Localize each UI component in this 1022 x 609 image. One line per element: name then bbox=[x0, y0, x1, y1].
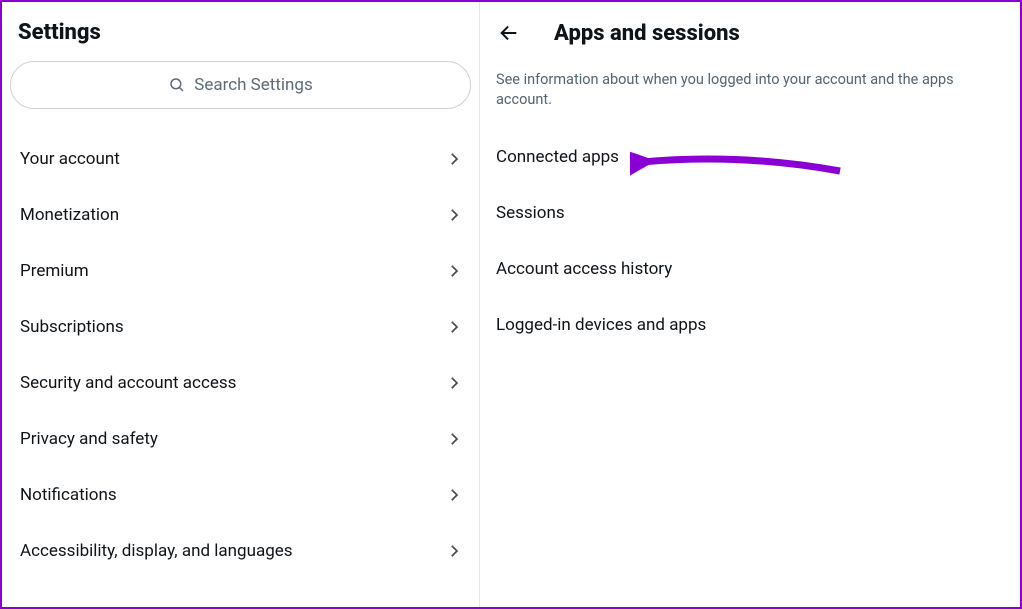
detail-header: Apps and sessions bbox=[480, 2, 1020, 56]
chevron-right-icon bbox=[445, 206, 463, 224]
search-icon bbox=[168, 76, 186, 94]
menu-item-accessibility[interactable]: Accessibility, display, and languages bbox=[2, 523, 479, 579]
menu-label: Accessibility, display, and languages bbox=[20, 541, 293, 561]
menu-label: Security and account access bbox=[20, 373, 236, 393]
menu-label: Privacy and safety bbox=[20, 429, 158, 449]
menu-item-notifications[interactable]: Notifications bbox=[2, 467, 479, 523]
detail-title: Apps and sessions bbox=[554, 21, 740, 46]
arrow-left-icon bbox=[498, 22, 520, 44]
chevron-right-icon bbox=[445, 542, 463, 560]
search-placeholder: Search Settings bbox=[194, 75, 313, 95]
menu-label: Notifications bbox=[20, 485, 117, 505]
menu-label: Monetization bbox=[20, 205, 119, 225]
search-container: Search Settings bbox=[2, 55, 479, 119]
detail-description: See information about when you logged in… bbox=[480, 56, 1020, 115]
settings-menu: Your account Monetization Premium Subscr… bbox=[2, 119, 479, 579]
back-button[interactable] bbox=[492, 16, 526, 50]
search-input[interactable]: Search Settings bbox=[10, 61, 471, 109]
chevron-right-icon bbox=[445, 430, 463, 448]
detail-item-connected-apps[interactable]: Connected apps bbox=[480, 129, 1020, 185]
settings-title: Settings bbox=[18, 20, 463, 45]
menu-item-premium[interactable]: Premium bbox=[2, 243, 479, 299]
settings-panel: Settings Search Settings Your account Mo… bbox=[2, 2, 480, 607]
menu-item-subscriptions[interactable]: Subscriptions bbox=[2, 299, 479, 355]
chevron-right-icon bbox=[445, 486, 463, 504]
menu-item-your-account[interactable]: Your account bbox=[2, 131, 479, 187]
detail-panel: Apps and sessions See information about … bbox=[480, 2, 1020, 607]
settings-header: Settings bbox=[2, 2, 479, 55]
menu-label: Your account bbox=[20, 149, 120, 169]
detail-item-logged-in-devices[interactable]: Logged-in devices and apps bbox=[480, 297, 1020, 353]
menu-item-monetization[interactable]: Monetization bbox=[2, 187, 479, 243]
chevron-right-icon bbox=[445, 262, 463, 280]
chevron-right-icon bbox=[445, 374, 463, 392]
menu-label: Premium bbox=[20, 261, 89, 281]
chevron-right-icon bbox=[445, 318, 463, 336]
menu-item-privacy-safety[interactable]: Privacy and safety bbox=[2, 411, 479, 467]
detail-items: Connected apps Sessions Account access h… bbox=[480, 115, 1020, 353]
menu-item-security-access[interactable]: Security and account access bbox=[2, 355, 479, 411]
menu-label: Subscriptions bbox=[20, 317, 124, 337]
detail-item-sessions[interactable]: Sessions bbox=[480, 185, 1020, 241]
detail-item-account-access-history[interactable]: Account access history bbox=[480, 241, 1020, 297]
chevron-right-icon bbox=[445, 150, 463, 168]
